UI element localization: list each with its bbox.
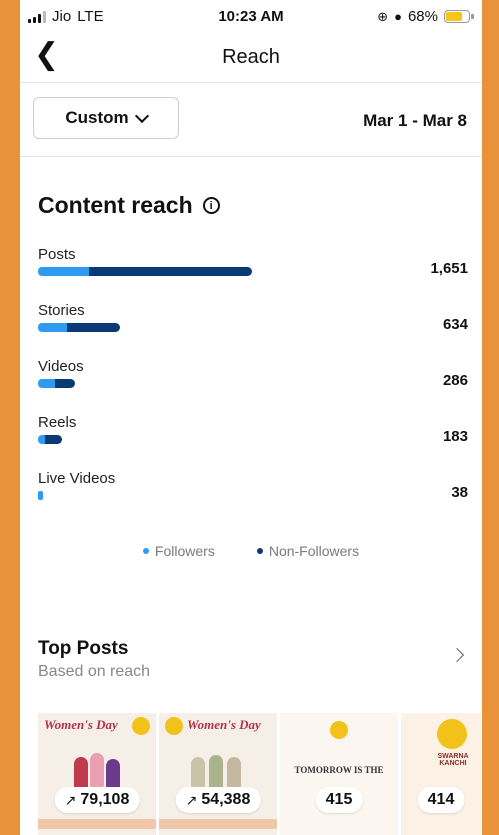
battery-icon: [444, 10, 474, 23]
reach-metric-row: Stories 634: [38, 302, 468, 338]
status-right: ⊕ ● 68%: [377, 8, 474, 25]
reach-bar: [38, 267, 252, 276]
followers-bar-segment: [38, 379, 55, 388]
brand-logo: [437, 719, 467, 749]
reach-bar: [38, 323, 121, 332]
alarm-icon: ●: [394, 9, 402, 24]
top-post-thumbnail[interactable]: Women's Day ↗ 54,388: [159, 713, 277, 835]
legend-followers: Followers: [142, 543, 215, 559]
metric-value: 183: [442, 428, 468, 445]
post-caption: Women's Day: [187, 717, 261, 732]
post-footer-strip: [38, 819, 156, 829]
brand-logo: [132, 717, 150, 735]
legend-non-followers: Non-Followers: [256, 543, 360, 559]
reach-value: 414: [427, 791, 455, 808]
brand-logo: [330, 721, 348, 739]
followers-bar-segment: [38, 323, 67, 332]
metric-value: 286: [442, 372, 468, 389]
non-followers-bar-segment: [45, 435, 62, 444]
brand-logo: [165, 717, 183, 735]
reach-bar: [38, 491, 43, 500]
info-icon[interactable]: i: [202, 197, 220, 214]
followers-bar-segment: [38, 491, 43, 500]
post-caption: Women's Day: [44, 717, 118, 732]
top-posts-title: Top Posts: [38, 638, 129, 659]
filter-row: Custom Mar 1 - Mar 8: [20, 82, 482, 157]
metric-value: 38: [451, 484, 468, 501]
reach-value: 79,108: [80, 791, 130, 808]
date-range-text: Mar 1 - Mar 8: [363, 111, 467, 130]
trend-up-icon: ↗: [64, 791, 77, 808]
followers-bar-segment: [38, 267, 90, 276]
post-caption: TOMORROW IS THE: [294, 765, 384, 775]
followers-bar-segment: [38, 435, 46, 444]
top-post-thumbnail[interactable]: SWARNA KANCHI 414: [401, 713, 481, 835]
reach-legend: Followers Non-Followers: [20, 543, 482, 559]
non-followers-bar-segment: [66, 323, 121, 332]
reach-bar: [38, 379, 76, 388]
reach-bar: [38, 435, 62, 444]
orientation-lock-icon: ⊕: [377, 8, 389, 24]
post-caption: SWARNA KANCHI: [437, 753, 469, 767]
chevron-right-icon[interactable]: [449, 647, 465, 663]
metric-label: Reels: [38, 414, 77, 431]
reach-value: 415: [325, 791, 353, 808]
date-range-dropdown-label: Custom: [65, 108, 129, 127]
reach-badge: ↗ 79,108: [54, 787, 140, 813]
reach-metric-row: Reels 183: [38, 414, 468, 450]
post-footer-strip: [159, 819, 277, 829]
legend-followers-label: Followers: [154, 543, 215, 559]
metric-label: Posts: [38, 246, 76, 263]
reach-badge: 414: [417, 787, 465, 813]
top-post-thumbnail[interactable]: Women's Day ↗ 79,108: [38, 713, 156, 835]
metric-value: 1,651: [430, 260, 468, 277]
reach-badge: ↗ 54,388: [175, 787, 261, 813]
reach-metric-row: Videos 286: [38, 358, 468, 394]
content-reach-title: Content reach: [38, 192, 193, 218]
metric-label: Stories: [38, 302, 85, 319]
metric-label: Live Videos: [38, 470, 116, 487]
metric-value: 634: [442, 316, 468, 333]
legend-non-followers-label: Non-Followers: [268, 543, 360, 559]
date-range-dropdown[interactable]: Custom: [33, 97, 179, 139]
nav-header: ❮ Reach: [20, 36, 482, 83]
top-posts-subtitle: Based on reach: [38, 663, 151, 680]
top-posts-carousel[interactable]: Women's Day ↗ 79,108 Women's Day ↗ 54,388: [38, 713, 481, 835]
status-bar: Jio LTE 10:23 AM ⊕ ● 68%: [20, 0, 482, 36]
reach-badge: 415: [315, 787, 363, 813]
reach-value: 54,388: [201, 791, 251, 808]
non-followers-bar-segment: [54, 379, 76, 388]
non-followers-bar-segment: [89, 267, 252, 276]
metric-label: Videos: [38, 358, 84, 375]
battery-percent: 68%: [407, 8, 438, 25]
top-post-thumbnail[interactable]: TOMORROW IS THE 415: [280, 713, 398, 835]
trend-up-icon: ↗: [185, 791, 198, 808]
reach-metric-row: Posts 1,651: [38, 246, 468, 282]
content-reach-heading: Content reach i: [38, 192, 220, 219]
reach-metric-row: Live Videos 38: [38, 470, 468, 506]
page-title: Reach: [222, 46, 280, 68]
followers-dot: [142, 548, 149, 554]
phone-screen: Jio LTE 10:23 AM ⊕ ● 68% ❮ Reach Custom …: [20, 0, 482, 835]
non-followers-dot: [256, 548, 263, 554]
chevron-down-icon: [134, 108, 149, 124]
